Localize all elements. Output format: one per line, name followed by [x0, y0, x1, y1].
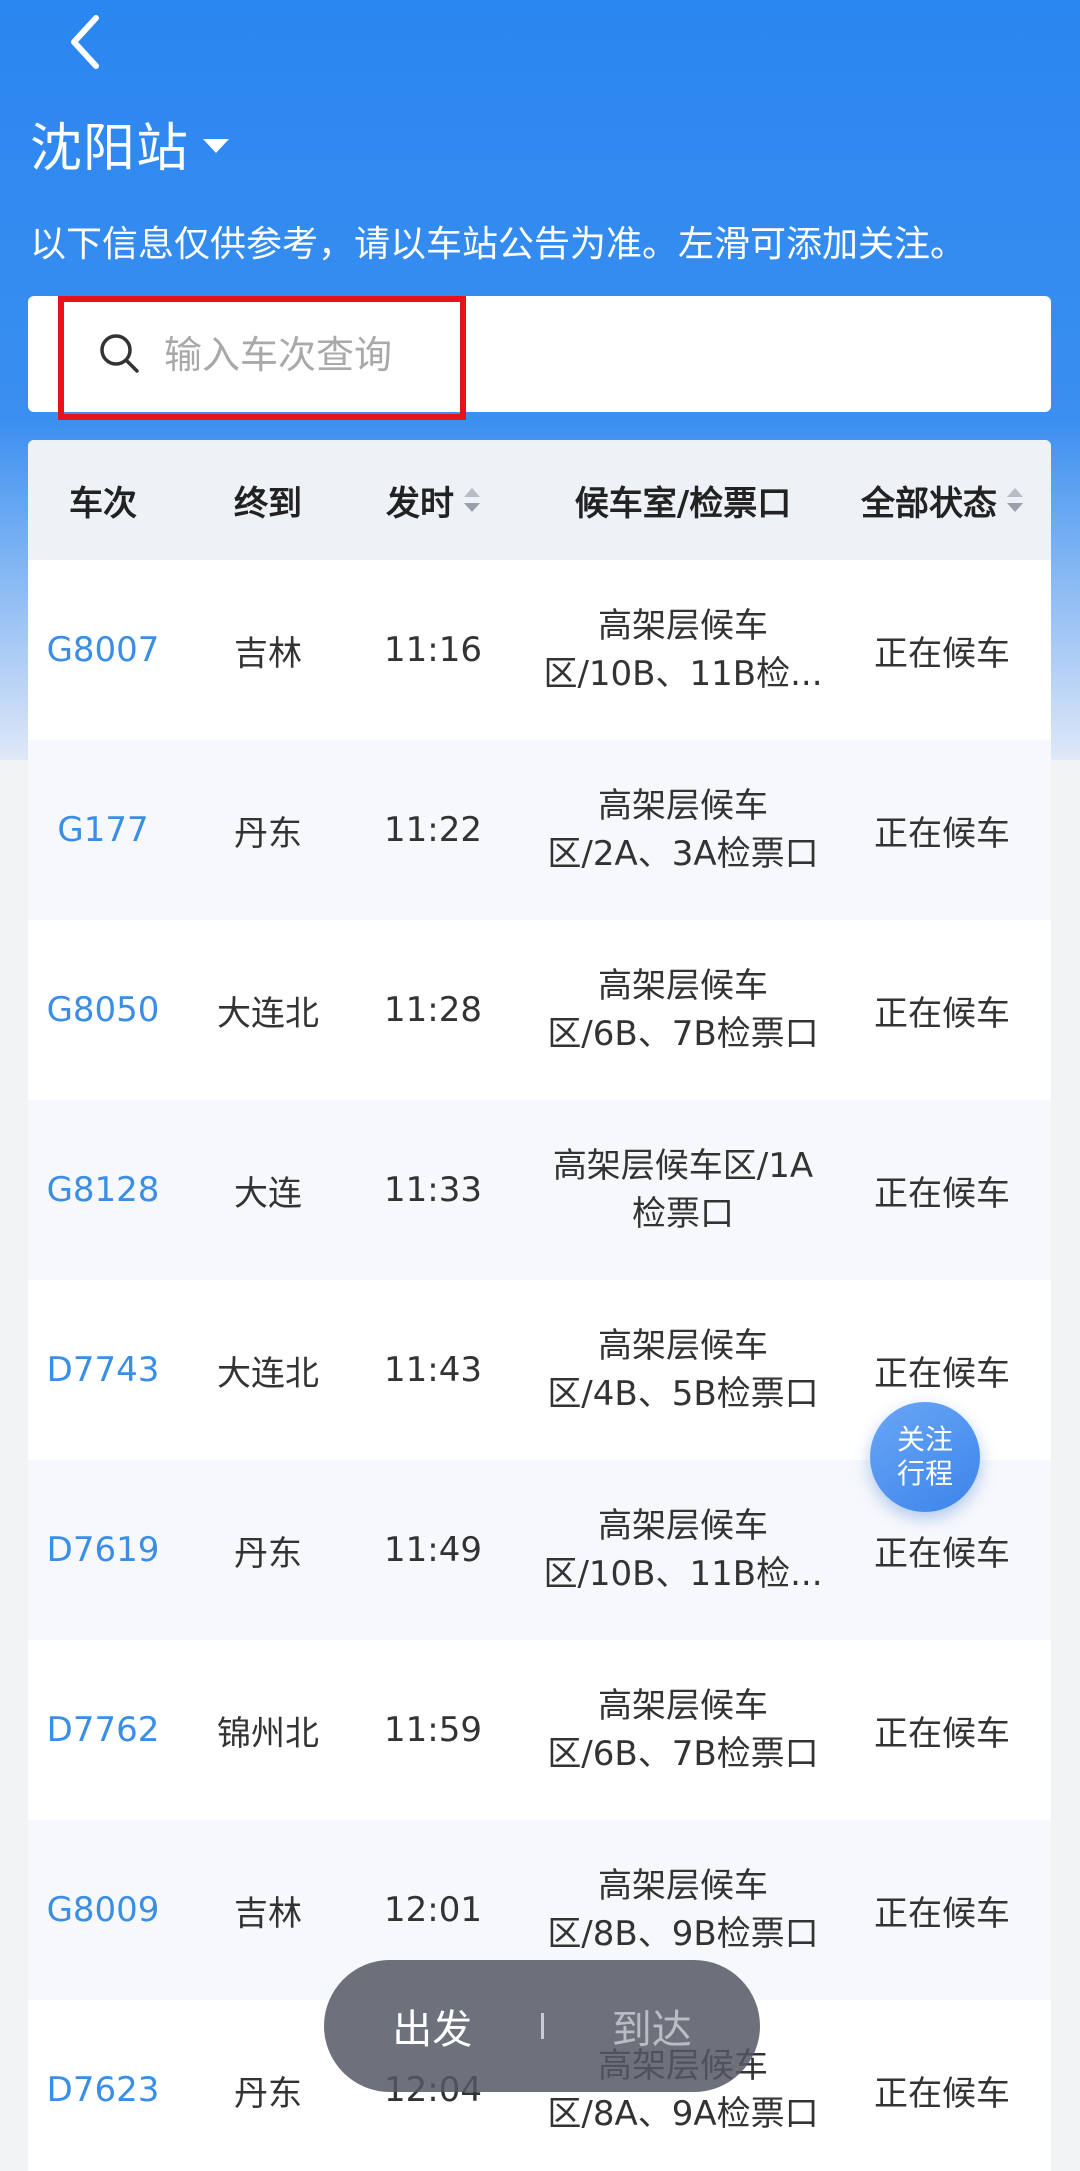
waiting-room: 高架层候车 区/2A、3A检票口: [547, 786, 819, 874]
sort-icon: [464, 486, 480, 514]
train-number[interactable]: G177: [28, 740, 178, 920]
departure-tab[interactable]: 出发: [324, 1997, 541, 2055]
back-arrow-icon[interactable]: [58, 12, 118, 72]
table-row[interactable]: G8007 吉林 11:16 高架层候车 区/10B、11B检... 正在候车: [28, 560, 1051, 740]
status: 正在候车: [874, 813, 1010, 854]
notice-text: 以下信息仅供参考，请以车站公告为准。左滑可添加关注。: [30, 224, 967, 265]
table-row[interactable]: G8050 大连北 11:28 高架层候车 区/6B、7B检票口 正在候车: [28, 920, 1051, 1100]
status: 正在候车: [874, 993, 1010, 1034]
sort-icon: [1007, 486, 1023, 514]
waiting-room: 高架层候车区/1A 检票口: [552, 1146, 814, 1234]
destination: 锦州北: [217, 1713, 319, 1754]
status: 正在候车: [874, 1173, 1010, 1214]
col-status-filter[interactable]: 全部状态: [833, 440, 1051, 560]
search-icon: [100, 334, 139, 373]
train-number[interactable]: G8007: [28, 560, 178, 740]
train-number[interactable]: D7743: [28, 1280, 178, 1460]
caret-down-icon: [203, 139, 230, 153]
col-depart-time[interactable]: 发时: [358, 440, 508, 560]
train-number[interactable]: D7762: [28, 1640, 178, 1820]
col-destination: 终到: [234, 483, 302, 524]
destination: 大连北: [217, 993, 319, 1034]
search-input[interactable]: [162, 324, 726, 386]
status: 正在候车: [874, 1893, 1010, 1934]
station-name: 沈阳站: [30, 118, 190, 179]
table-row[interactable]: G177 丹东 11:22 高架层候车 区/2A、3A检票口 正在候车: [28, 740, 1051, 920]
train-number[interactable]: G8128: [28, 1100, 178, 1280]
depart-arrive-switch: 出发 到达: [324, 1960, 760, 2092]
train-number[interactable]: G8050: [28, 920, 178, 1100]
destination: 丹东: [234, 1533, 302, 1574]
destination: 吉林: [234, 633, 302, 674]
depart-time: 11:49: [384, 1530, 482, 1570]
arrival-tab[interactable]: 到达: [544, 1997, 761, 2055]
search-bar: [28, 296, 1051, 420]
depart-time: 11:22: [384, 810, 482, 850]
depart-time: 11:59: [384, 1710, 482, 1750]
depart-time: 11:16: [384, 630, 482, 670]
depart-time: 11:28: [384, 990, 482, 1030]
waiting-room: 高架层候车 区/10B、11B检...: [543, 606, 823, 694]
status: 正在候车: [874, 633, 1010, 674]
waiting-room: 高架层候车 区/4B、5B检票口: [547, 1326, 819, 1414]
destination: 吉林: [234, 1893, 302, 1934]
station-selector[interactable]: 沈阳站: [30, 108, 230, 179]
col-waiting-room: 候车室/检票口: [574, 483, 792, 524]
table-row[interactable]: D7762 锦州北 11:59 高架层候车 区/6B、7B检票口 正在候车: [28, 1640, 1051, 1820]
destination: 大连北: [217, 1353, 319, 1394]
follow-trip-button[interactable]: 关注 行程: [870, 1402, 980, 1512]
table-row[interactable]: G8128 大连 11:33 高架层候车区/1A 检票口 正在候车: [28, 1100, 1051, 1280]
depart-time: 11:43: [384, 1350, 482, 1390]
waiting-room: 高架层候车 区/10B、11B检...: [543, 1506, 823, 1594]
train-number[interactable]: D7619: [28, 1460, 178, 1640]
depart-time: 11:33: [384, 1170, 482, 1210]
waiting-room: 高架层候车 区/6B、7B检票口: [547, 966, 819, 1054]
status: 正在候车: [874, 1713, 1010, 1754]
table-header: 车次 终到 发时 候车室/检票口 全部状态: [28, 440, 1051, 560]
train-number[interactable]: D7623: [28, 2000, 178, 2171]
destination: 大连: [234, 1173, 302, 1214]
destination: 丹东: [234, 813, 302, 854]
train-table: 车次 终到 发时 候车室/检票口 全部状态 G8007 吉林 11:16 高架层候车区…: [28, 440, 1051, 2171]
train-number[interactable]: G8009: [28, 1820, 178, 2000]
col-train: 车次: [69, 483, 137, 524]
waiting-room: 高架层候车 区/6B、7B检票口: [547, 1686, 819, 1774]
status: 正在候车: [874, 2073, 1010, 2114]
